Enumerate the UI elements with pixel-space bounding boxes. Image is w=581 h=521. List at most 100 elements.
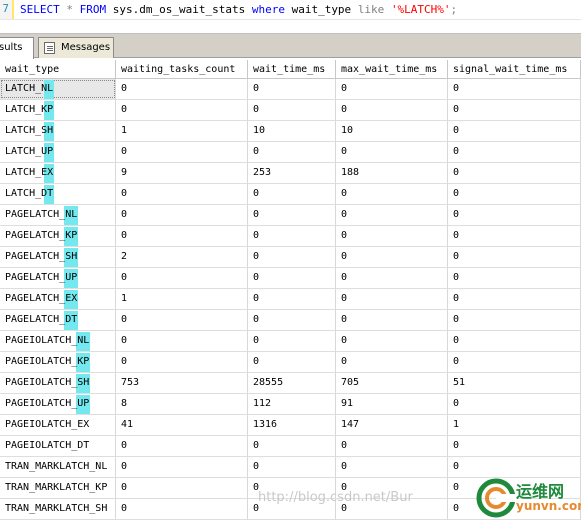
table-row[interactable]: LATCH_NL 0 0 0 0 <box>0 79 581 100</box>
table-cell-wait-type[interactable]: LATCH_UP <box>0 142 116 162</box>
column-header[interactable]: waiting_tasks_count <box>116 60 248 78</box>
table-cell-signal-wait-time-ms[interactable]: 0 <box>448 289 581 309</box>
table-cell-max-wait-time-ms[interactable]: 0 <box>336 310 448 330</box>
table-cell-waiting-tasks-count[interactable]: 0 <box>116 100 248 120</box>
table-cell-max-wait-time-ms[interactable]: 0 <box>336 331 448 351</box>
table-row[interactable]: LATCH_EX 9 253 188 0 <box>0 163 581 184</box>
table-cell-wait-type[interactable]: LATCH_KP <box>0 100 116 120</box>
table-cell-waiting-tasks-count[interactable]: 9 <box>116 163 248 183</box>
table-cell-wait-time-ms[interactable]: 1316 <box>248 415 336 435</box>
table-cell-max-wait-time-ms[interactable]: 188 <box>336 163 448 183</box>
table-cell-max-wait-time-ms[interactable]: 0 <box>336 184 448 204</box>
table-cell-wait-type[interactable]: PAGELATCH_UP <box>0 268 116 288</box>
column-header[interactable]: max_wait_time_ms <box>336 60 448 78</box>
table-cell-wait-type[interactable]: LATCH_EX <box>0 163 116 183</box>
table-cell-wait-time-ms[interactable]: 0 <box>248 247 336 267</box>
table-cell-wait-type[interactable]: PAGEIOLATCH_NL <box>0 331 116 351</box>
table-cell-max-wait-time-ms[interactable]: 0 <box>336 289 448 309</box>
table-cell-waiting-tasks-count[interactable]: 0 <box>116 310 248 330</box>
table-row[interactable]: LATCH_UP 0 0 0 0 <box>0 142 581 163</box>
table-cell-signal-wait-time-ms[interactable]: 0 <box>448 247 581 267</box>
table-cell-wait-type[interactable]: PAGEIOLATCH_UP <box>0 394 116 414</box>
table-row[interactable]: PAGEIOLATCH_EX 41 1316 147 1 <box>0 415 581 436</box>
table-cell-wait-time-ms[interactable]: 0 <box>248 289 336 309</box>
table-cell-waiting-tasks-count[interactable]: 0 <box>116 478 248 498</box>
table-cell-max-wait-time-ms[interactable]: 0 <box>336 79 448 99</box>
table-cell-wait-type[interactable]: LATCH_DT <box>0 184 116 204</box>
table-cell-wait-type[interactable]: PAGELATCH_DT <box>0 310 116 330</box>
table-cell-wait-time-ms[interactable]: 0 <box>248 436 336 456</box>
table-row[interactable]: PAGELATCH_EX 1 0 0 0 <box>0 289 581 310</box>
table-cell-max-wait-time-ms[interactable]: 0 <box>336 247 448 267</box>
table-cell-max-wait-time-ms[interactable]: 0 <box>336 100 448 120</box>
table-cell-waiting-tasks-count[interactable]: 0 <box>116 331 248 351</box>
table-row[interactable]: PAGELATCH_KP 0 0 0 0 <box>0 226 581 247</box>
table-cell-waiting-tasks-count[interactable]: 0 <box>116 184 248 204</box>
table-cell-wait-type[interactable]: PAGEIOLATCH_KP <box>0 352 116 372</box>
table-row[interactable]: LATCH_DT 0 0 0 0 <box>0 184 581 205</box>
table-cell-waiting-tasks-count[interactable]: 0 <box>116 268 248 288</box>
table-row[interactable]: TRAN_MARKLATCH_NL 0 0 0 0 <box>0 457 581 478</box>
results-grid[interactable]: wait_type waiting_tasks_count wait_time_ms… <box>0 60 581 521</box>
table-cell-max-wait-time-ms[interactable]: 0 <box>336 268 448 288</box>
table-row[interactable]: PAGELATCH_NL 0 0 0 0 <box>0 205 581 226</box>
table-row[interactable]: PAGELATCH_DT 0 0 0 0 <box>0 310 581 331</box>
table-cell-wait-time-ms[interactable]: 0 <box>248 79 336 99</box>
table-cell-max-wait-time-ms[interactable]: 705 <box>336 373 448 393</box>
sql-statement[interactable]: SELECT * FROM sys.dm_os_wait_stats where… <box>20 1 457 19</box>
table-cell-waiting-tasks-count[interactable]: 0 <box>116 79 248 99</box>
table-cell-signal-wait-time-ms[interactable]: 0 <box>448 142 581 162</box>
table-cell-waiting-tasks-count[interactable]: 2 <box>116 247 248 267</box>
table-cell-max-wait-time-ms[interactable]: 0 <box>336 457 448 477</box>
table-cell-waiting-tasks-count[interactable]: 0 <box>116 436 248 456</box>
query-editor[interactable]: 7 SELECT * FROM sys.dm_os_wait_stats whe… <box>0 0 581 20</box>
table-cell-signal-wait-time-ms[interactable]: 0 <box>448 205 581 225</box>
table-cell-wait-time-ms[interactable]: 0 <box>248 100 336 120</box>
table-cell-signal-wait-time-ms[interactable]: 0 <box>448 79 581 99</box>
table-cell-wait-type[interactable]: PAGEIOLATCH_EX <box>0 415 116 435</box>
table-cell-wait-time-ms[interactable]: 0 <box>248 310 336 330</box>
table-cell-max-wait-time-ms[interactable]: 0 <box>336 352 448 372</box>
table-cell-max-wait-time-ms[interactable]: 0 <box>336 142 448 162</box>
table-cell-waiting-tasks-count[interactable]: 41 <box>116 415 248 435</box>
table-cell-wait-time-ms[interactable]: 0 <box>248 352 336 372</box>
table-cell-signal-wait-time-ms[interactable]: 0 <box>448 163 581 183</box>
table-cell-wait-time-ms[interactable]: 28555 <box>248 373 336 393</box>
table-cell-signal-wait-time-ms[interactable]: 0 <box>448 394 581 414</box>
table-cell-waiting-tasks-count[interactable]: 1 <box>116 121 248 141</box>
table-row[interactable]: PAGEIOLATCH_DT 0 0 0 0 <box>0 436 581 457</box>
table-cell-wait-time-ms[interactable]: 0 <box>248 142 336 162</box>
table-cell-signal-wait-time-ms[interactable]: 0 <box>448 352 581 372</box>
table-row[interactable]: PAGEIOLATCH_KP 0 0 0 0 <box>0 352 581 373</box>
table-cell-wait-type[interactable]: TRAN_MARKLATCH_SH <box>0 499 116 519</box>
table-cell-signal-wait-time-ms[interactable]: 0 <box>448 268 581 288</box>
table-cell-waiting-tasks-count[interactable]: 0 <box>116 142 248 162</box>
table-row[interactable]: PAGELATCH_UP 0 0 0 0 <box>0 268 581 289</box>
table-cell-waiting-tasks-count[interactable]: 753 <box>116 373 248 393</box>
table-cell-wait-type[interactable]: TRAN_MARKLATCH_NL <box>0 457 116 477</box>
table-cell-waiting-tasks-count[interactable]: 0 <box>116 352 248 372</box>
table-cell-signal-wait-time-ms[interactable]: 0 <box>448 436 581 456</box>
table-cell-wait-type[interactable]: PAGEIOLATCH_SH <box>0 373 116 393</box>
table-cell-wait-type[interactable]: PAGEIOLATCH_DT <box>0 436 116 456</box>
table-cell-wait-time-ms[interactable]: 0 <box>248 226 336 246</box>
table-cell-signal-wait-time-ms[interactable]: 0 <box>448 100 581 120</box>
table-cell-signal-wait-time-ms[interactable]: 0 <box>448 226 581 246</box>
table-cell-wait-time-ms[interactable]: 0 <box>248 268 336 288</box>
table-cell-waiting-tasks-count[interactable]: 0 <box>116 226 248 246</box>
table-cell-waiting-tasks-count[interactable]: 1 <box>116 289 248 309</box>
table-cell-wait-time-ms[interactable]: 0 <box>248 457 336 477</box>
column-header[interactable]: wait_type <box>0 60 116 78</box>
table-cell-wait-type[interactable]: PAGELATCH_SH <box>0 247 116 267</box>
table-cell-signal-wait-time-ms[interactable]: 0 <box>448 331 581 351</box>
table-cell-signal-wait-time-ms[interactable]: 0 <box>448 457 581 477</box>
table-cell-signal-wait-time-ms[interactable]: 0 <box>448 184 581 204</box>
column-header[interactable]: signal_wait_time_ms <box>448 60 581 78</box>
table-cell-wait-type[interactable]: PAGELATCH_KP <box>0 226 116 246</box>
table-cell-max-wait-time-ms[interactable]: 0 <box>336 436 448 456</box>
table-row[interactable]: LATCH_SH 1 10 10 0 <box>0 121 581 142</box>
table-cell-wait-time-ms[interactable]: 112 <box>248 394 336 414</box>
table-cell-wait-time-ms[interactable]: 0 <box>248 331 336 351</box>
table-cell-signal-wait-time-ms[interactable]: 0 <box>448 310 581 330</box>
table-cell-signal-wait-time-ms[interactable]: 51 <box>448 373 581 393</box>
